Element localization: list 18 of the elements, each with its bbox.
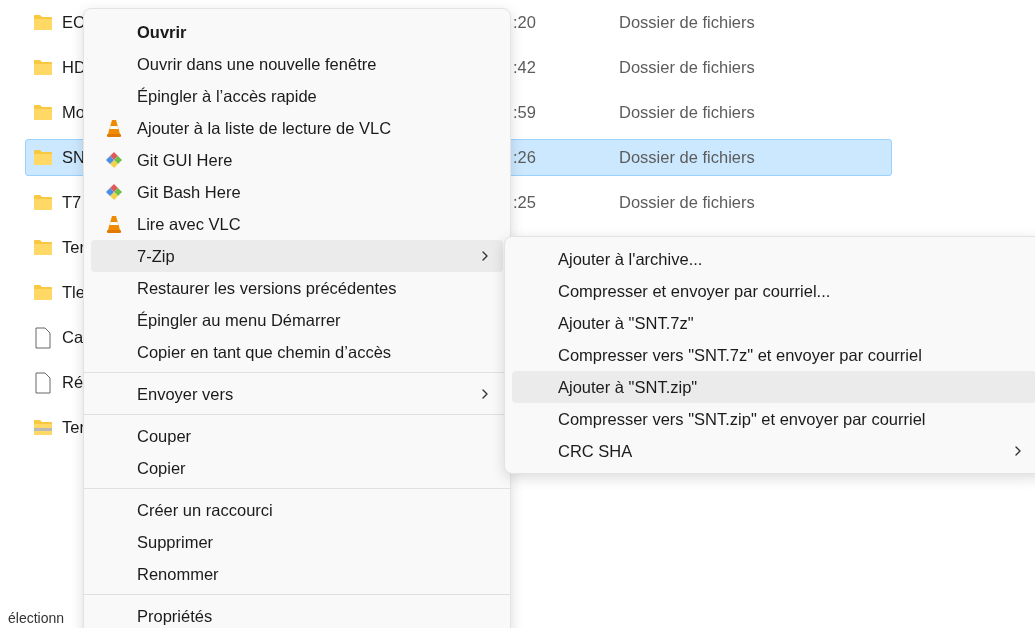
file-name: Ter [62,238,85,257]
file-date: :20 [513,13,537,32]
file-name: Ca [62,328,84,347]
file-type: Dossier de fichiers [619,193,755,212]
file-name: EC [62,13,85,32]
file-name: Ter [62,418,85,437]
file-name: Tle [62,283,85,302]
file-date: :25 [513,193,537,212]
file-type: Dossier de fichiers [619,148,755,167]
file-type: Dossier de fichiers [619,13,755,32]
file-type: Dossier de fichiers [619,58,755,77]
file-name: T7 [62,193,82,212]
file-name: Ré [62,373,84,392]
file-date: :26 [513,148,537,167]
file-type: Dossier de fichiers [619,103,755,122]
file-date: :42 [513,58,537,77]
status-text: électionn [7,610,65,628]
file-date: :59 [513,103,537,122]
